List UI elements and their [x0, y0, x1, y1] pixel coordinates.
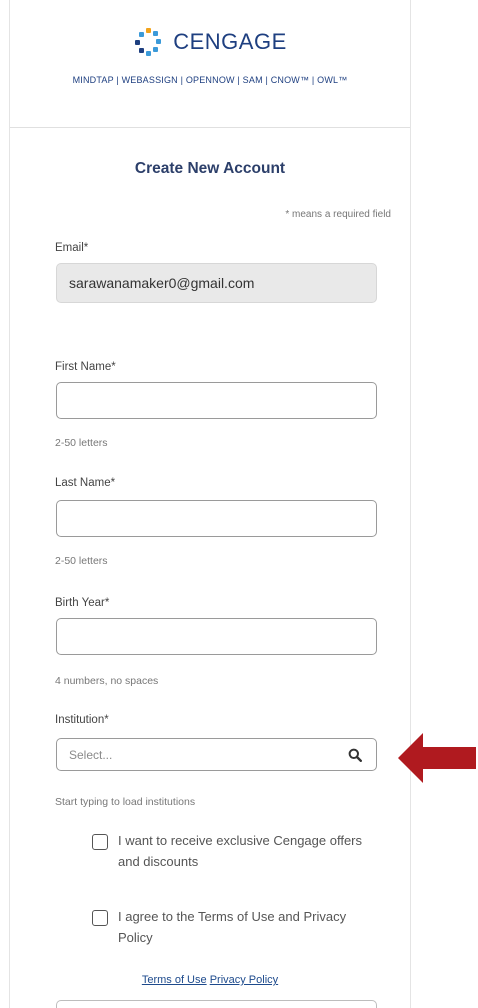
institution-hint: Start typing to load institutions: [55, 796, 196, 808]
email-label: Email*: [55, 242, 89, 254]
offers-checkbox[interactable]: [92, 834, 108, 850]
last-name-field[interactable]: [56, 500, 377, 537]
arrow-left-icon: [398, 733, 476, 788]
page: CENGAGE MINDTAP | WEBASSIGN | OPENNOW | …: [0, 0, 478, 1008]
terms-checkbox-row: I agree to the Terms of Use and Privacy …: [92, 906, 378, 948]
page-title: Create New Account: [134, 160, 286, 177]
header: CENGAGE MINDTAP | WEBASSIGN | OPENNOW | …: [10, 0, 410, 128]
required-field-note: * means a required field: [285, 209, 391, 220]
birth-year-hint: 4 numbers, no spaces: [55, 675, 159, 687]
product-line: MINDTAP | WEBASSIGN | OPENNOW | SAM | CN…: [72, 75, 348, 85]
institution-placeholder: Select...: [69, 747, 113, 762]
terms-checkbox-label[interactable]: I agree to the Terms of Use and Privacy …: [118, 906, 378, 948]
birth-year-label: Birth Year*: [55, 597, 110, 609]
signup-panel: CENGAGE MINDTAP | WEBASSIGN | OPENNOW | …: [9, 0, 411, 1008]
institution-select[interactable]: Select...: [56, 738, 377, 771]
last-name-label: Last Name*: [55, 477, 116, 489]
institution-label: Institution*: [55, 714, 109, 726]
terms-of-use-link[interactable]: Terms of Use: [142, 974, 207, 986]
last-name-hint: 2-50 letters: [55, 555, 108, 567]
terms-checkbox[interactable]: [92, 910, 108, 926]
brand-name: CENGAGE: [173, 29, 287, 54]
logo: CENGAGE: [10, 28, 410, 56]
cengage-logo-icon: [133, 28, 165, 56]
email-field[interactable]: sarawanamaker0@gmail.com: [56, 263, 377, 303]
first-name-field[interactable]: [56, 382, 377, 419]
birth-year-field[interactable]: [56, 618, 377, 655]
offers-checkbox-label[interactable]: I want to receive exclusive Cengage offe…: [118, 830, 378, 872]
submit-button[interactable]: [56, 1000, 377, 1008]
search-icon[interactable]: [348, 748, 363, 762]
first-name-label: First Name*: [55, 361, 116, 373]
offers-checkbox-row: I want to receive exclusive Cengage offe…: [92, 830, 378, 872]
policy-links: Terms of Use Privacy Policy: [10, 974, 410, 986]
privacy-policy-link[interactable]: Privacy Policy: [210, 974, 278, 986]
email-value: sarawanamaker0@gmail.com: [69, 275, 255, 291]
first-name-hint: 2-50 letters: [55, 437, 108, 449]
